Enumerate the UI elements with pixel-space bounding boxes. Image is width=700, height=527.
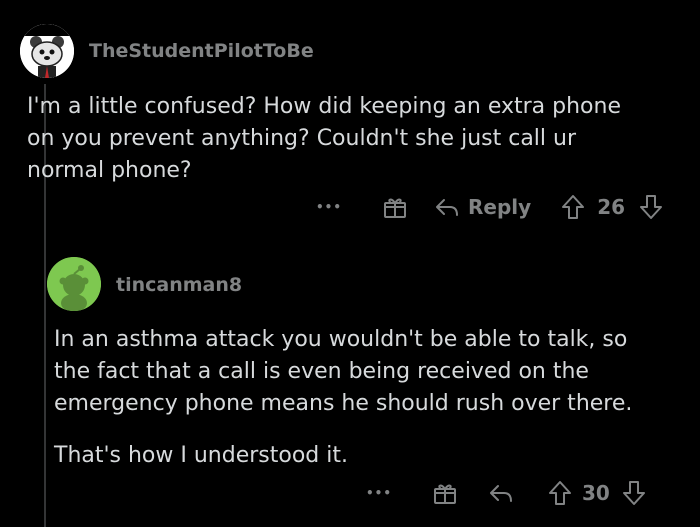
vote-score: 30 xyxy=(582,481,610,505)
gift-icon xyxy=(384,198,406,218)
gift-icon xyxy=(434,484,456,504)
snoo-dog-avatar-icon xyxy=(20,24,74,78)
upvote-arrow-icon xyxy=(549,481,571,505)
avatar[interactable] xyxy=(47,257,101,311)
comment-username[interactable]: tincanman8 xyxy=(116,274,242,296)
comment-actions: ••• Reply 26 xyxy=(316,192,663,222)
thread-line[interactable] xyxy=(44,235,46,527)
avatar[interactable] xyxy=(20,24,74,78)
award-button[interactable] xyxy=(432,480,458,506)
downvote-button[interactable] xyxy=(639,194,663,220)
more-options-button[interactable]: ••• xyxy=(316,200,356,214)
downvote-arrow-icon xyxy=(622,481,645,505)
more-options-button[interactable]: ••• xyxy=(366,486,406,500)
downvote-arrow-icon xyxy=(640,195,663,219)
comment-text: That's how I understood it. xyxy=(54,443,348,468)
comment-body: I'm a little confused? How did keeping a… xyxy=(27,91,687,187)
vote-score: 26 xyxy=(597,195,626,219)
downvote-button[interactable] xyxy=(622,480,646,506)
upvote-arrow-icon xyxy=(562,195,585,219)
upvote-button[interactable] xyxy=(548,480,572,506)
reply-arrow-icon xyxy=(490,485,512,502)
award-button[interactable] xyxy=(382,194,408,220)
comment-body: In an asthma attack you wouldn't be able… xyxy=(54,324,694,472)
green-snoo-avatar-icon xyxy=(47,257,101,311)
reply-arrow-icon xyxy=(436,199,458,216)
comment-actions: ••• 30 xyxy=(366,478,646,508)
reply-label: Reply xyxy=(468,195,532,219)
reply-button[interactable] xyxy=(488,481,514,505)
comment-text: I'm a little confused? How did keeping a… xyxy=(27,94,621,183)
comment-username[interactable]: TheStudentPilotToBe xyxy=(89,40,314,62)
reply-button[interactable]: Reply xyxy=(434,195,531,219)
comment-text: In an asthma attack you wouldn't be able… xyxy=(54,327,633,416)
upvote-button[interactable] xyxy=(561,194,585,220)
